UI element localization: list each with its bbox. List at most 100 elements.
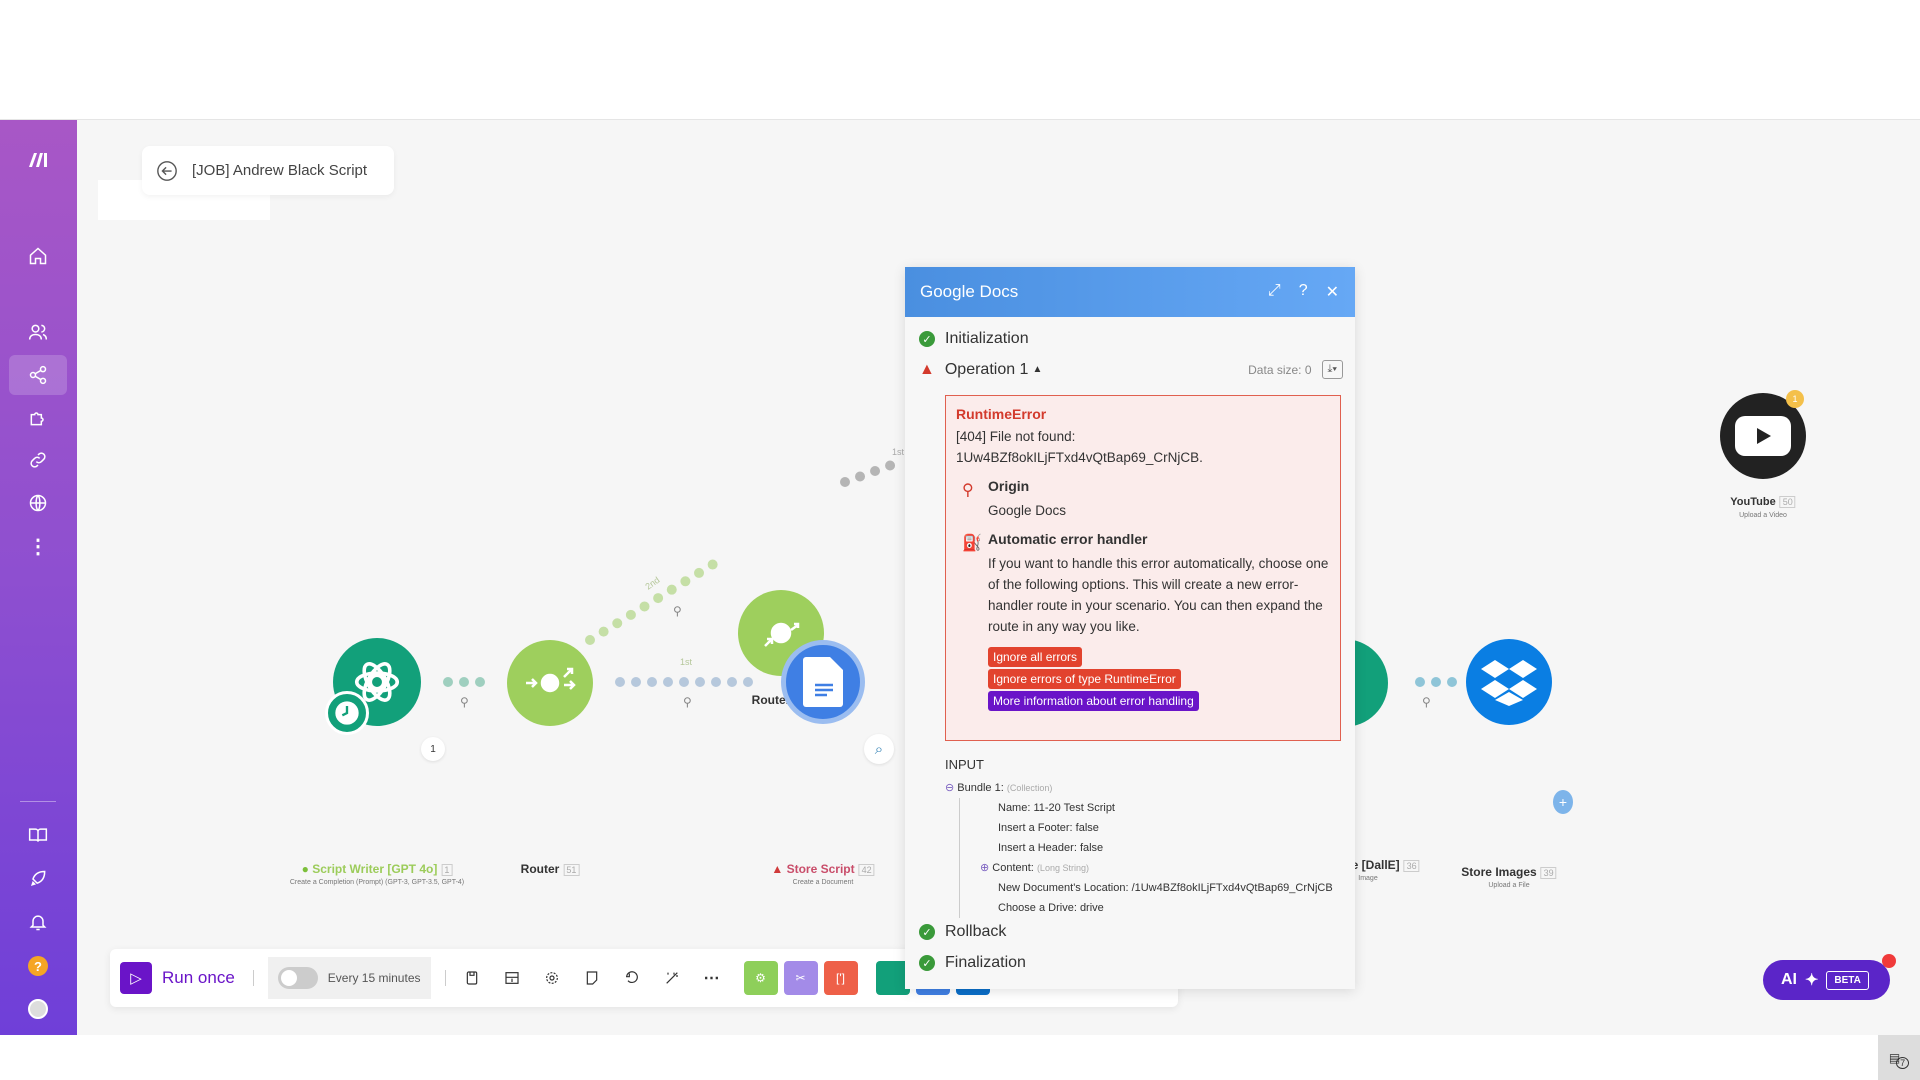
caret-up-icon: ▲: [1032, 364, 1043, 375]
node-label: ▲ Store Script 42: [771, 862, 875, 876]
expand-icon[interactable]: ⤢: [1268, 282, 1281, 302]
sidebar: ⋮ ?: [0, 120, 77, 1035]
undo-icon: [625, 971, 638, 983]
connector: [585, 555, 725, 645]
stage-finalization[interactable]: ✓ Finalization: [919, 954, 1026, 972]
stage-rollback[interactable]: ✓ Rollback: [919, 923, 1006, 941]
users-icon: [28, 324, 48, 340]
input-field[interactable]: ⊕ Content: (Long String): [960, 858, 1345, 878]
undo-button[interactable]: [621, 967, 643, 989]
operations-bubble[interactable]: 1: [421, 737, 445, 761]
node-label: ge [DallE] 36: [1344, 858, 1420, 872]
origin-value: Google Docs: [988, 503, 1067, 518]
add-module-button[interactable]: +: [1553, 790, 1573, 814]
filter-icon[interactable]: ⚲: [460, 695, 469, 709]
run-once-button[interactable]: ▷ Run once: [120, 962, 235, 994]
download-button[interactable]: ⤓▾: [1321, 360, 1343, 379]
input-field: Insert a Header: false: [998, 842, 1104, 854]
sidebar-item-team[interactable]: [9, 312, 67, 352]
stage-operation[interactable]: ▲ Operation 1 ▲ Data size: 0 ⤓▾: [919, 360, 1343, 379]
auto-align-button[interactable]: [661, 967, 683, 989]
node-label: YouTube 50: [1730, 496, 1796, 508]
sidebar-item-whats-new[interactable]: [9, 859, 67, 899]
input-section: INPUT ⊖ Bundle 1: (Collection) Name: 11-…: [945, 757, 1345, 918]
ignore-all-errors-button[interactable]: Ignore all errors: [988, 647, 1083, 667]
sidebar-item-notifications[interactable]: [9, 902, 67, 942]
filter-icon[interactable]: ⚲: [683, 695, 692, 709]
sidebar-item-profile[interactable]: [9, 989, 67, 1029]
sidebar-item-docs[interactable]: [9, 815, 67, 855]
notification-center-button[interactable]: ▤ 7: [1878, 1035, 1920, 1080]
error-type: RuntimeError: [956, 406, 1047, 422]
error-handling-info-button[interactable]: More information about error handling: [988, 691, 1199, 711]
save-button[interactable]: [461, 967, 483, 989]
check-icon: ✓: [919, 331, 935, 347]
error-message: [404] File not found: 1Uw4BZf8okILjFTxd4…: [956, 429, 1203, 465]
location-pin-icon: ⚲: [962, 482, 974, 499]
share-icon: [29, 365, 47, 385]
fire-extinguisher-icon: ⛽: [962, 535, 982, 552]
stage-initialization[interactable]: ✓ Initialization: [919, 330, 1029, 348]
sidebar-item-webhooks[interactable]: [9, 483, 67, 523]
sidebar-item-home[interactable]: [9, 236, 67, 276]
schedule-clock-icon[interactable]: [325, 691, 369, 735]
error-box: RuntimeError [404] File not found: 1Uw4B…: [945, 395, 1341, 741]
origin-title: Origin: [988, 478, 1030, 494]
magic-wand-icon: [665, 972, 678, 984]
flow-control-button[interactable]: ⚙: [743, 961, 778, 995]
node-store-images[interactable]: [1466, 639, 1552, 725]
data-size: Data size: 0: [1248, 362, 1312, 377]
make-logo[interactable]: [9, 139, 67, 179]
node-label: Router 51: [521, 862, 580, 876]
sidebar-item-connections[interactable]: [9, 440, 67, 480]
scenario-title[interactable]: [JOB] Andrew Black Script: [192, 162, 367, 179]
schedule-toggle[interactable]: Every 15 minutes: [267, 957, 431, 999]
link-icon: [30, 452, 46, 468]
handler-text: If you want to handle this error automat…: [988, 556, 1329, 634]
bundle-toggle[interactable]: ⊖ Bundle 1: (Collection): [945, 778, 1345, 798]
node-subtitle: Upload a Video: [1739, 512, 1787, 519]
help-icon[interactable]: ?: [1299, 282, 1308, 302]
collapse-icon: ⊖: [945, 782, 955, 794]
handler-title: Automatic error handler: [988, 531, 1148, 547]
google-docs-icon[interactable]: [781, 640, 865, 724]
check-icon: ✓: [919, 924, 935, 940]
help-icon: ?: [28, 956, 48, 976]
more-button[interactable]: ⋯: [701, 967, 723, 989]
taskbar: ▤ 7: [0, 1035, 1920, 1080]
check-icon: ✓: [919, 955, 935, 971]
sidebar-item-apps[interactable]: [9, 398, 67, 438]
text-parser-button[interactable]: [']: [823, 961, 858, 995]
close-icon[interactable]: ✕: [1326, 282, 1339, 302]
node-label: ● Script Writer [GPT 4o] 1: [302, 862, 453, 876]
sidebar-item-scenarios[interactable]: [9, 355, 67, 395]
input-field: New Document's Location: /1Uw4BZf8okILjF…: [998, 882, 1333, 894]
import-blueprint-button[interactable]: [501, 967, 523, 989]
filter-icon[interactable]: ⚲: [1422, 695, 1431, 709]
module-output-panel: Google Docs ⤢ ? ✕ ✓ Initialization ▲ Opera…: [905, 267, 1355, 989]
filter-icon[interactable]: ⚲: [673, 604, 682, 618]
play-icon: ▷: [120, 962, 152, 994]
note-icon: [586, 971, 597, 985]
sidebar-item-help[interactable]: ?: [9, 946, 67, 986]
import-icon: [504, 972, 519, 984]
ignore-runtime-errors-button[interactable]: Ignore errors of type RuntimeError: [988, 669, 1181, 689]
panel-title: Google Docs: [920, 282, 1019, 301]
save-icon: [466, 971, 477, 985]
node-router[interactable]: [507, 640, 593, 726]
sidebar-item-more[interactable]: ⋮: [9, 526, 67, 566]
warning-icon: ▲: [771, 862, 787, 876]
dropbox-icon: [1481, 660, 1537, 706]
notes-button[interactable]: [581, 967, 603, 989]
node-subtitle: Image: [1358, 875, 1378, 882]
avatar: [28, 999, 48, 1019]
back-arrow-icon[interactable]: [156, 160, 178, 182]
operations-bubble[interactable]: 1: [1786, 390, 1804, 408]
globe-icon: [29, 494, 47, 512]
inspect-search-button[interactable]: ⌕: [864, 734, 894, 764]
input-title: INPUT: [945, 757, 984, 772]
notification-dot: [1882, 954, 1896, 968]
ai-assistant-button[interactable]: AI ✦ BETA: [1763, 954, 1896, 1000]
settings-button[interactable]: [541, 967, 563, 989]
tools-button[interactable]: ✂: [783, 961, 818, 995]
